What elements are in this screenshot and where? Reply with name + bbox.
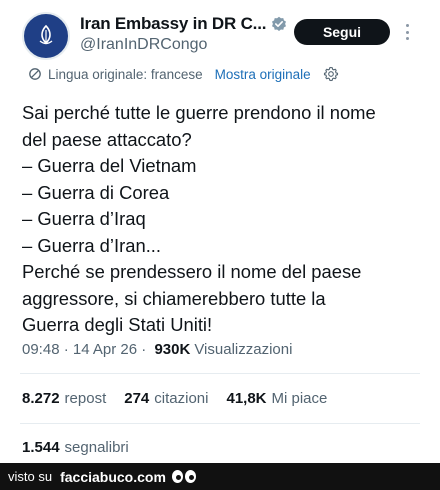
name-row: Iran Embassy in DR C... bbox=[80, 14, 287, 34]
tweet-line: – Guerra d’Iraq bbox=[22, 208, 146, 229]
show-original-link[interactable]: Mostra originale bbox=[215, 67, 311, 82]
tweet-header: Iran Embassy in DR C... @IranInDRCongo S… bbox=[22, 10, 422, 60]
tweet-line: Perché se prendessero il nome del paese bbox=[22, 261, 362, 282]
more-options-icon[interactable] bbox=[404, 24, 410, 40]
tweet-line: Sai perché tutte le guerre prendono il n… bbox=[22, 102, 376, 123]
meta-separator: · bbox=[59, 341, 73, 358]
bookmarks-label: segnalibri bbox=[64, 439, 129, 456]
tweet-line: del paese attaccato? bbox=[22, 128, 192, 150]
tweet-line: – Guerra d’Iran... bbox=[22, 234, 162, 256]
quotes-count: 274 bbox=[124, 390, 150, 407]
bookmarks-count: 1.544 bbox=[22, 439, 60, 456]
quotes-label: citazioni bbox=[154, 390, 209, 407]
original-language-label: Lingua originale: francese bbox=[48, 66, 203, 82]
likes-label: Mi piace bbox=[271, 390, 328, 407]
tweet-line: – Guerra del Vietnam bbox=[22, 155, 197, 176]
tweet-line: aggressore, si chiamerebbero tutte la bbox=[22, 287, 326, 309]
footer-prefix: visto su bbox=[8, 469, 53, 484]
quotes-stat[interactable]: 274 citazioni bbox=[124, 390, 208, 407]
tweet-line: Guerra degli Stati Uniti! bbox=[22, 314, 213, 335]
reposts-label: repost bbox=[64, 390, 107, 407]
tweet-date[interactable]: 14 Apr 26 bbox=[73, 341, 137, 358]
verified-badge-icon[interactable] bbox=[271, 16, 287, 32]
tweet-meta: 09:48 · 14 Apr 26 · 930K Visualizzazioni bbox=[22, 341, 292, 358]
reposts-count: 8.272 bbox=[22, 390, 60, 407]
reposts-stat[interactable]: 8.272 repost bbox=[22, 390, 106, 407]
likes-stat[interactable]: 41,8K Mi piace bbox=[226, 390, 327, 407]
meta-separator: · bbox=[137, 341, 151, 358]
views-label: Visualizzazioni bbox=[194, 341, 293, 358]
divider bbox=[20, 423, 420, 424]
embassy-emblem-icon bbox=[39, 24, 53, 45]
gear-icon[interactable] bbox=[323, 66, 339, 82]
tweet-time[interactable]: 09:48 bbox=[22, 341, 60, 358]
footer-site: facciabuco.com bbox=[60, 468, 166, 485]
engagement-stats: 8.272 repost 274 citazioni 41,8K Mi piac… bbox=[22, 390, 345, 407]
eyes-logo-icon bbox=[171, 470, 196, 483]
account-handle[interactable]: @IranInDRCongo bbox=[80, 36, 207, 54]
divider bbox=[20, 373, 420, 374]
tweet-line: – Guerra di Corea bbox=[22, 181, 170, 203]
translation-bar: Lingua originale: francese Mostra origin… bbox=[28, 66, 339, 82]
follow-button[interactable]: Segui bbox=[294, 19, 390, 45]
bookmarks-stat[interactable]: 1.544 segnalibri bbox=[22, 439, 129, 456]
likes-count: 41,8K bbox=[226, 390, 267, 407]
watermark-footer: visto su facciabuco.com bbox=[0, 463, 440, 490]
tweet-text: Sai perché tutte le guerre prendono il n… bbox=[22, 100, 432, 339]
display-name[interactable]: Iran Embassy in DR C... bbox=[80, 14, 266, 34]
views-count: 930K bbox=[154, 341, 191, 358]
avatar[interactable] bbox=[22, 12, 70, 60]
translate-icon bbox=[29, 68, 41, 80]
